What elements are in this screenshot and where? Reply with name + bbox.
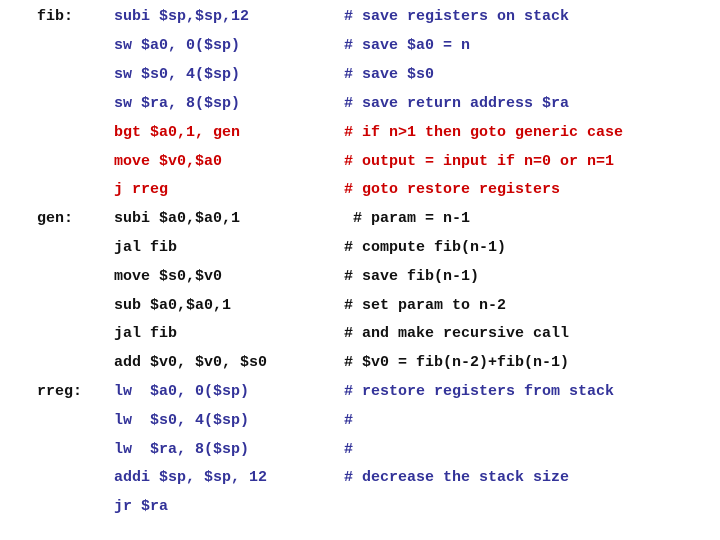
code-line: jr $ra (0, 498, 720, 526)
instruction: sw $ra, 8($sp) (114, 95, 241, 112)
instruction: jal fib (114, 239, 178, 256)
comment: # $v0 = fib(n-2)+fib(n-1) (344, 354, 570, 371)
code-line: lw $s0, 4($sp) # (0, 412, 720, 440)
comment: # save registers on stack (344, 8, 570, 25)
instruction: sub $a0,$a0,1 (114, 297, 232, 314)
code-line: lw $ra, 8($sp) # (0, 441, 720, 469)
instruction: add $v0, $v0, $s0 (114, 354, 268, 371)
comment: # save $a0 = n (344, 37, 471, 54)
comment: # output = input if n=0 or n=1 (344, 153, 615, 170)
instruction: subi $a0,$a0,1 (114, 210, 241, 227)
instruction: bgt $a0,1, gen (114, 124, 241, 141)
comment: # set param to n-2 (344, 297, 507, 314)
code-line: jal fib # compute fib(n-1) (0, 239, 720, 267)
instruction: move $s0,$v0 (114, 268, 223, 285)
code-label: gen: (37, 210, 74, 227)
code-line: bgt $a0,1, gen # if n>1 then goto generic… (0, 124, 720, 152)
code-label: fib: (37, 8, 74, 25)
code-line: move $v0,$a0 # output = input if n=0 or n… (0, 153, 720, 181)
code-line: rreg: lw $a0, 0($sp) # restore registers f… (0, 383, 720, 411)
instruction: addi $sp, $sp, 12 (114, 469, 268, 486)
comment: # goto restore registers (344, 181, 561, 198)
code-line: fib: subi $sp,$sp,12 # save registers on s… (0, 8, 720, 36)
instruction: j rreg (114, 181, 169, 198)
comment: # if n>1 then goto generic case (344, 124, 624, 141)
instruction: move $v0,$a0 (114, 153, 223, 170)
comment: # (344, 441, 354, 458)
code-line: sub $a0,$a0,1 # set param to n-2 (0, 297, 720, 325)
comment: # restore registers from stack (344, 383, 615, 400)
code-line: add $v0, $v0, $s0 # $v0 = fib(n-2)+fib(n-… (0, 354, 720, 382)
instruction: jal fib (114, 325, 178, 342)
comment: # save fib(n-1) (344, 268, 480, 285)
comment: # param = n-1 (344, 210, 471, 227)
code-line: gen: subi $a0,$a0,1 # param = n-1 (0, 210, 720, 238)
comment: # save $s0 (344, 66, 435, 83)
instruction: lw $ra, 8($sp) (114, 441, 250, 458)
comment: # decrease the stack size (344, 469, 570, 486)
instruction: lw $a0, 0($sp) (114, 383, 250, 400)
instruction: jr $ra (114, 498, 169, 515)
code-label: rreg: (37, 383, 83, 400)
code-line: sw $s0, 4($sp) # save $s0 (0, 66, 720, 94)
instruction: lw $s0, 4($sp) (114, 412, 250, 429)
code-line: addi $sp, $sp, 12 # decrease the stack si… (0, 469, 720, 497)
instruction: sw $s0, 4($sp) (114, 66, 241, 83)
code-line: sw $a0, 0($sp) # save $a0 = n (0, 37, 720, 65)
instruction: sw $a0, 0($sp) (114, 37, 241, 54)
code-line: jal fib # and make recursive call (0, 325, 720, 353)
code-line: j rreg # goto restore registers (0, 181, 720, 209)
comment: # save return address $ra (344, 95, 570, 112)
code-line: move $s0,$v0 # save fib(n-1) (0, 268, 720, 296)
comment: # (344, 412, 354, 429)
instruction: subi $sp,$sp,12 (114, 8, 250, 25)
comment: # and make recursive call (344, 325, 570, 342)
comment: # compute fib(n-1) (344, 239, 507, 256)
code-line: sw $ra, 8($sp) # save return address $ra (0, 95, 720, 123)
